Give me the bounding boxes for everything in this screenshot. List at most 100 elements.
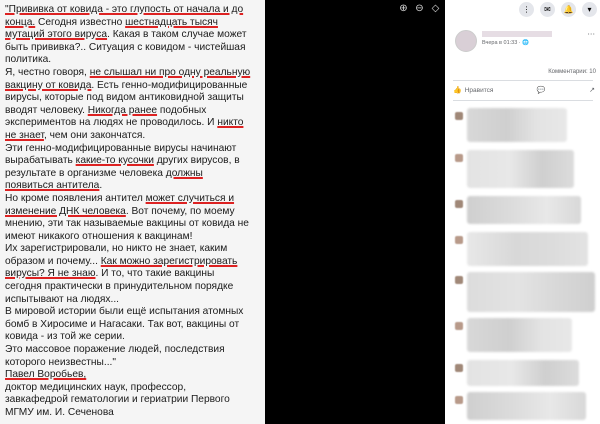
commenter-avatar-redacted (455, 200, 463, 208)
more-options-icon[interactable]: ··· (587, 30, 595, 39)
underlined-phrase: Как можно зарегистрировать (100, 255, 238, 267)
quote-line: ковида - из той же серии. (5, 331, 261, 344)
quote-line: изменение ДНК человека. Вот почему, по м… (5, 206, 261, 219)
quote-line: завкафедрой гематологии и гериатрии Перв… (5, 394, 261, 407)
divider (453, 100, 593, 101)
zoom-in-icon[interactable]: ⊕ (398, 3, 409, 14)
post-header: Вчера в 01:33 · 🌐 ··· (455, 30, 595, 52)
post-actions: 👍 Нравится 💬 ↗ (453, 84, 595, 96)
text-segment: политика. (5, 54, 52, 66)
quote-line: мутаций этого вируса. Какая в таком случ… (5, 29, 261, 42)
text-segment: испытывают на людях... (5, 293, 120, 305)
text-segment: Их зарегистрировали, но никто не знает, … (5, 243, 228, 255)
quote-line: вирусы, которые под видом антиковидной з… (5, 92, 261, 105)
quote-line: которого неизвестны..." (5, 357, 261, 370)
commenter-avatar-redacted (455, 154, 463, 162)
text-segment: . И то, что такие вакцины (95, 268, 215, 280)
menu-grid-icon[interactable]: ⋮ (519, 2, 534, 17)
quote-line: "Прививка от ковида - это глупость от на… (5, 4, 261, 17)
messenger-icon[interactable]: ✉ (540, 2, 555, 17)
underlined-phrase: Никогда ранее (87, 104, 158, 116)
comment-icon: 💬 (536, 86, 546, 94)
text-segment: Я, честно говоря, (5, 66, 90, 78)
underlined-phrase: какие-то кусочки (75, 155, 154, 167)
like-button[interactable]: 👍 Нравится (453, 86, 493, 94)
post-timestamp[interactable]: Вчера в 01:33 · 🌐 (482, 40, 529, 46)
text-segment: . Есть генно-модифицированные (91, 79, 248, 91)
text-segment: вводят человеку. (5, 104, 88, 116)
text-segment: . Какая в таком случае может (107, 29, 247, 41)
commenter-avatar-redacted (455, 396, 463, 404)
share-button[interactable]: ↗ (589, 86, 595, 94)
comment-redacted (467, 108, 567, 142)
quote-line: Эти генно-модифицированные вирусы начина… (5, 143, 261, 156)
photo-viewer: "Прививка от ковида - это глупость от на… (0, 0, 456, 424)
account-icon[interactable]: ▾ (582, 2, 597, 17)
quote-line: имеют никакого отношения к вакцинам! (5, 231, 261, 244)
notifications-icon[interactable]: 🔔 (561, 2, 576, 17)
text-segment: образом и почему... (5, 255, 101, 267)
text-segment: ковида - из той же серии. (5, 331, 125, 343)
commenter-avatar-redacted (455, 236, 463, 244)
quote-line: испытывают на людях... (5, 294, 261, 307)
post-photo[interactable]: "Прививка от ковида - это глупость от на… (0, 0, 265, 424)
quote-line: мнению, эти так называемые вакцины от ко… (5, 218, 261, 231)
comment-redacted (467, 392, 586, 420)
text-segment: быть прививка?.. Ситуация с ковидом - чи… (5, 41, 246, 53)
comments-count[interactable]: Комментарии: 10 (548, 69, 596, 75)
text-segment: вирусы, которые под видом антиковидной з… (5, 92, 244, 104)
quote-line: политика. (5, 54, 261, 67)
quote-line: экспериментов на людях не проводилось. И… (5, 117, 261, 130)
quote-line: Их зарегистрировали, но никто не знает, … (5, 243, 261, 256)
quote-line: В мировой истории были ещё испытания ато… (5, 306, 261, 319)
comment-button[interactable]: 💬 (537, 86, 546, 94)
top-bar: ⋮ ✉ 🔔 ▾ (445, 0, 600, 20)
commenter-avatar-redacted (455, 112, 463, 120)
commenter-avatar-redacted (455, 364, 463, 372)
text-segment: вырабатывать (5, 155, 76, 167)
quote-line: конца. Сегодня известно шестнадцать тыся… (5, 17, 261, 30)
like-label: Нравится (464, 86, 494, 94)
comment-redacted (467, 232, 588, 266)
underlined-phrase: "Прививка от ковида - это глупость от на… (5, 4, 244, 15)
text-segment: сегодня практически в принудительном пор… (5, 281, 234, 293)
photo-quote-text: "Прививка от ковида - это глупость от на… (5, 4, 261, 420)
comment-redacted (467, 360, 579, 386)
quote-line: Павел Воробьев, (5, 369, 261, 382)
commenter-avatar-redacted (455, 322, 463, 330)
quote-line: вирусы? Я не знаю. И то, что такие вакци… (5, 268, 261, 281)
underlined-phrase: появиться антитела (5, 180, 100, 192)
underlined-phrase: не знает (5, 129, 44, 141)
underlined-phrase: Павел Воробьев, (5, 369, 87, 381)
text-segment: которого неизвестны..." (5, 356, 116, 368)
comment-redacted (467, 196, 581, 224)
text-segment: имеют никакого отношения к вакцинам! (5, 230, 193, 242)
quote-line: вырабатывать какие-то кусочки других вир… (5, 155, 261, 168)
underlined-phrase: вакцину от ковида (5, 79, 92, 91)
author-avatar[interactable] (455, 30, 477, 52)
tag-icon[interactable]: ◇ (430, 3, 441, 14)
divider (453, 80, 593, 81)
commenter-avatar-redacted (455, 276, 463, 284)
text-segment: Сегодня известно (35, 16, 126, 28)
quote-line: появиться антитела. (5, 180, 261, 193)
underlined-phrase: вирусы? Я не знаю (5, 268, 96, 280)
text-segment: Но кроме появления антител (5, 192, 146, 204)
text-segment: доктор медицинских наук, профессор, (5, 381, 187, 393)
author-name-redacted[interactable] (482, 31, 552, 37)
quote-line: быть прививка?.. Ситуация с ковидом - чи… (5, 42, 261, 55)
zoom-out-icon[interactable]: ⊖ (414, 3, 425, 14)
quote-line: Но кроме появления антител может случить… (5, 193, 261, 206)
quote-line: Я, честно говоря, не слышал ни про одну … (5, 67, 261, 80)
comment-redacted (467, 272, 595, 312)
underlined-phrase: конца. (5, 16, 36, 28)
text-segment: МГМУ им. И. Сеченова (5, 407, 114, 418)
quote-line: образом и почему... Как можно зарегистри… (5, 256, 261, 269)
text-segment: В мировой истории были ещё испытания ато… (5, 306, 244, 318)
text-segment: мнению, эти так называемые вакцины от ко… (5, 218, 249, 230)
text-segment: Это массовое поражение людей, последстви… (5, 344, 225, 356)
quote-line: результате в организме человека должны (5, 168, 261, 181)
share-icon: ↗ (589, 86, 595, 94)
quote-line: сегодня практически в принудительном пор… (5, 281, 261, 294)
text-segment: подобных (157, 104, 207, 116)
